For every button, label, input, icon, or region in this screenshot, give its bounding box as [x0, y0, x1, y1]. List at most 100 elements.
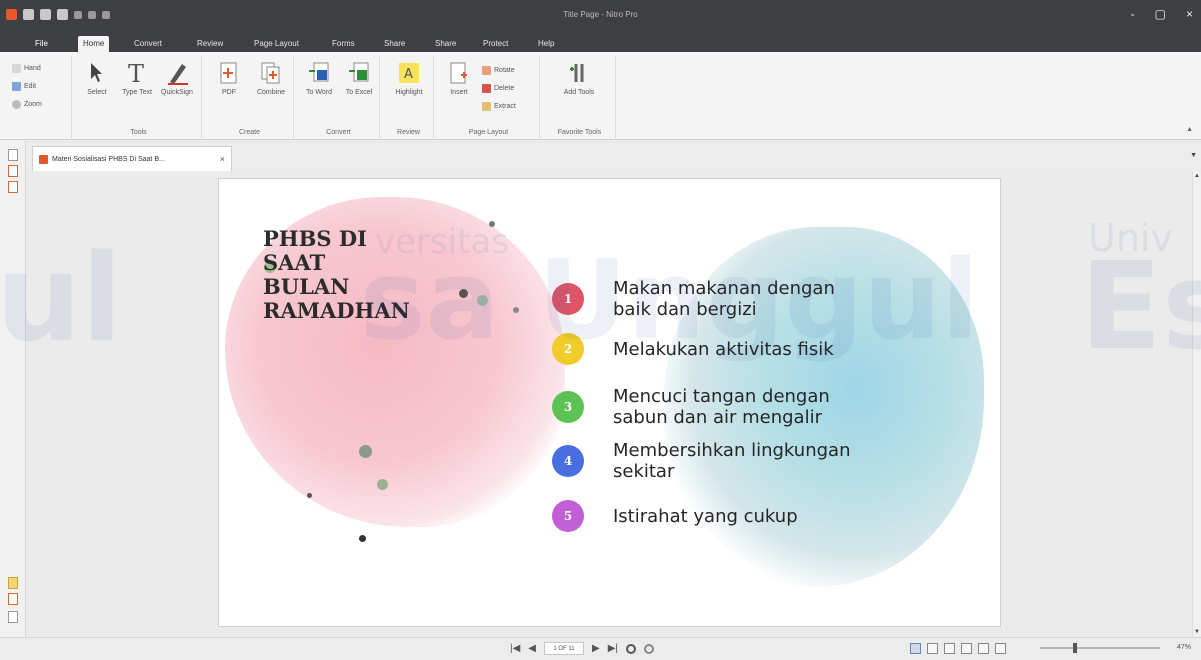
previous-page-icon[interactable]: ◀	[528, 643, 536, 654]
ribbon-group-convert: To Word To Excel Convert	[298, 56, 380, 138]
zoom-slider[interactable]	[1040, 643, 1160, 653]
list-item: 5 Istirahat yang cukup	[552, 500, 798, 532]
properties-panel-icon[interactable]	[8, 611, 18, 623]
hand-icon	[12, 64, 21, 73]
tab-convert[interactable]: Convert	[129, 36, 167, 52]
ribbon-collapse-icon[interactable]: ▲	[1186, 126, 1193, 133]
slide-page: PHBS DI SAAT BULAN RAMADHAN 1 Makan maka…	[218, 178, 1001, 627]
zoom-slider-thumb[interactable]	[1073, 643, 1077, 653]
pen-icon	[166, 60, 188, 86]
ribbon-group-page-layout: Insert Rotate Delete Extract Page Layout	[438, 56, 540, 138]
attachments-panel-icon[interactable]	[8, 165, 18, 177]
tab-forms[interactable]: Forms	[327, 36, 360, 52]
number-badge: 4	[552, 445, 584, 477]
decor-dot	[359, 535, 366, 542]
menu-tabs: File Home Convert Review Page Layout For…	[0, 34, 1201, 52]
delete-button[interactable]: Delete	[482, 84, 514, 93]
type-text-icon: T	[126, 60, 148, 86]
page-navigation: |◀ ◀ 1 OF 11 ▶ ▶|	[510, 642, 654, 655]
scroll-down-icon[interactable]: ▼	[1194, 629, 1200, 635]
excel-icon	[348, 60, 370, 86]
svg-text:T: T	[128, 60, 144, 86]
extract-icon	[482, 102, 491, 111]
tab-review[interactable]: Review	[192, 36, 228, 52]
hand-tool-button[interactable]: Hand	[12, 64, 41, 73]
list-item-text: Melakukan aktivitas fisik	[613, 338, 834, 360]
number-badge: 3	[552, 391, 584, 423]
minimize-button[interactable]: -	[1131, 7, 1135, 21]
ribbon-group-navigation: Hand Edit Zoom	[4, 56, 72, 138]
close-button[interactable]: ×	[1186, 7, 1193, 21]
fit-width-view-icon[interactable]	[978, 643, 989, 654]
vertical-scrollbar[interactable]: ▲ ▼	[1192, 171, 1201, 637]
left-panel-strip	[0, 141, 26, 637]
select-button[interactable]: Select	[78, 60, 116, 97]
view-mode-buttons	[910, 643, 1006, 654]
comments-panel-icon[interactable]	[8, 577, 18, 589]
facing-continuous-view-icon[interactable]	[961, 643, 972, 654]
quicksign-button[interactable]: QuickSign	[158, 60, 196, 97]
pages-panel-icon[interactable]	[8, 149, 18, 161]
first-page-icon[interactable]: |◀	[510, 643, 520, 654]
add-tools-button[interactable]: Add Tools	[560, 60, 598, 97]
decor-dot	[459, 289, 468, 298]
continuous-view-icon[interactable]	[927, 643, 938, 654]
highlight-button[interactable]: A Highlight	[390, 60, 428, 97]
next-page-icon[interactable]: ▶	[592, 643, 600, 654]
highlight-icon: A	[398, 60, 420, 86]
previous-view-icon[interactable]	[626, 643, 636, 654]
ribbon-group-tools: Select T Type Text QuickSign Tools	[76, 56, 202, 138]
list-item-text: sekitar	[613, 461, 675, 482]
to-word-button[interactable]: To Word	[300, 60, 338, 97]
to-excel-button[interactable]: To Excel	[340, 60, 378, 97]
ribbon: Hand Edit Zoom Select T Type Text QuickS…	[0, 52, 1201, 140]
output-panel-icon[interactable]	[8, 593, 18, 605]
list-item-text: Membersihkan lingkungan	[613, 440, 851, 461]
tab-list-dropdown-icon[interactable]: ▼	[1190, 152, 1197, 159]
facing-view-icon[interactable]	[944, 643, 955, 654]
tab-help[interactable]: Help	[533, 36, 559, 52]
title-bar: Title Page - Nitro Pro - ▢ ×	[0, 0, 1201, 34]
bookmarks-panel-icon[interactable]	[8, 181, 18, 193]
tab-page-layout[interactable]: Page Layout	[249, 36, 304, 52]
slide-title: PHBS DI SAAT BULAN RAMADHAN	[263, 226, 410, 323]
decor-dot	[477, 295, 488, 306]
ribbon-group-favorite-tools: Add Tools Favorite Tools	[544, 56, 616, 138]
list-item-text: Mencuci tangan dengan	[613, 386, 830, 407]
edit-icon	[12, 82, 21, 91]
number-badge: 2	[552, 333, 584, 365]
combine-button[interactable]: Combine	[252, 60, 290, 97]
select-cursor-icon	[86, 60, 108, 86]
decor-dot	[489, 221, 495, 227]
maximize-button[interactable]: ▢	[1155, 7, 1166, 21]
combine-icon	[260, 60, 282, 86]
type-text-button[interactable]: T Type Text	[118, 60, 156, 97]
page-number-field[interactable]: 1 OF 11	[544, 642, 584, 655]
close-tab-icon[interactable]: ×	[220, 154, 225, 164]
single-page-view-icon[interactable]	[910, 643, 921, 654]
decor-dot	[377, 479, 388, 490]
zoom-tool-button[interactable]: Zoom	[12, 100, 42, 109]
rotate-button[interactable]: Rotate	[482, 66, 515, 75]
tab-file[interactable]: File	[30, 36, 53, 52]
pdf-button[interactable]: PDF	[210, 60, 248, 97]
scroll-up-icon[interactable]: ▲	[1194, 173, 1200, 179]
edit-tool-button[interactable]: Edit	[12, 82, 36, 91]
tab-share-2[interactable]: Share	[430, 36, 461, 52]
window-title: Title Page - Nitro Pro	[563, 10, 638, 19]
list-item: 1 Makan makanan dengan baik dan bergizi	[552, 278, 835, 320]
list-item: 4 Membersihkan lingkungan sekitar	[552, 440, 850, 482]
document-tab[interactable]: Materi Sosialisasi PHBS Di Saat B... ×	[32, 146, 232, 171]
insert-button[interactable]: Insert	[440, 60, 478, 97]
tab-share[interactable]: Share	[379, 36, 410, 52]
word-icon	[308, 60, 330, 86]
last-page-icon[interactable]: ▶|	[608, 643, 618, 654]
decor-dot	[307, 493, 312, 498]
next-view-icon[interactable]	[644, 643, 654, 654]
list-item-text: Istirahat yang cukup	[613, 505, 798, 527]
fit-page-view-icon[interactable]	[995, 643, 1006, 654]
tab-protect[interactable]: Protect	[478, 36, 513, 52]
status-bar: |◀ ◀ 1 OF 11 ▶ ▶| 47%	[0, 637, 1201, 660]
tab-home[interactable]: Home	[78, 36, 110, 52]
extract-button[interactable]: Extract	[482, 102, 516, 111]
